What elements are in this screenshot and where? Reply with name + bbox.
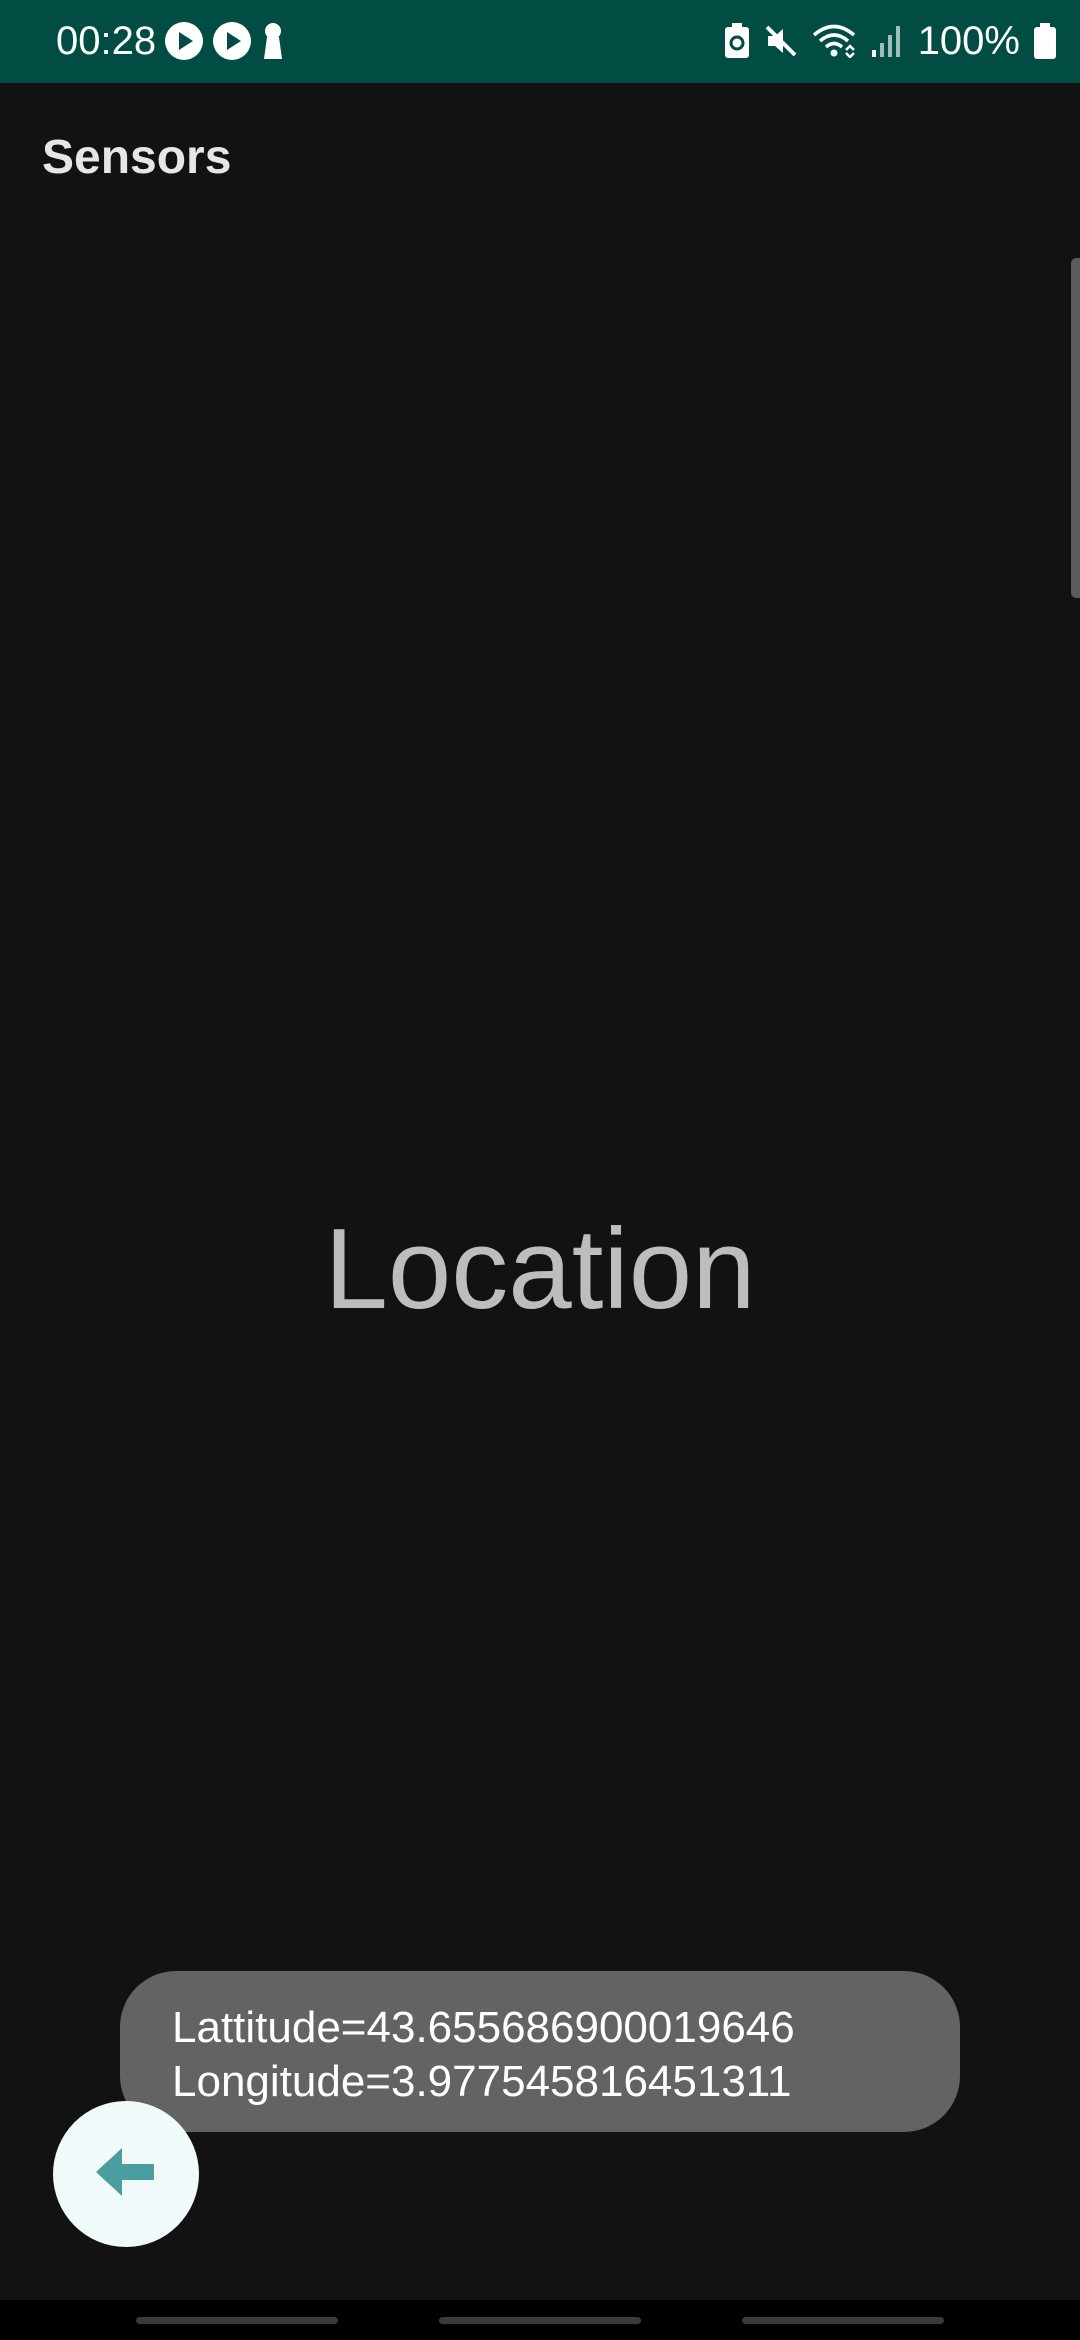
nav-home-pill[interactable] <box>439 2317 641 2324</box>
battery-icon <box>1034 23 1056 59</box>
wifi-icon <box>812 24 856 58</box>
arrow-left-icon <box>94 2144 158 2205</box>
navigation-bar <box>0 2300 1080 2340</box>
status-time: 00:28 <box>56 19 157 63</box>
longitude-text: Longitude=3.977545816451311 <box>172 2057 792 2106</box>
mute-icon <box>764 24 798 58</box>
scrollbar-thumb[interactable] <box>1071 258 1080 598</box>
latitude-text: Lattitude=43.655686900019646 <box>172 2003 795 2052</box>
location-label: Location <box>324 1206 756 1333</box>
battery-saver-icon <box>724 23 750 59</box>
keyhole-icon <box>260 21 286 61</box>
location-toast: Lattitude=43.655686900019646 Longitude=3… <box>120 1971 960 2132</box>
screen: 00:28 100% Sensors Location Lattitude=43… <box>0 0 1080 2340</box>
battery-percent: 100% <box>917 19 1020 63</box>
app-title: Sensors <box>42 131 232 184</box>
status-notification-icons <box>164 20 286 62</box>
status-system-icons: 100% <box>724 16 1056 66</box>
play-circle-icon <box>164 21 204 61</box>
status-bar: 00:28 100% <box>0 0 1080 83</box>
signal-icon <box>870 24 904 58</box>
nav-back-pill[interactable] <box>742 2317 944 2324</box>
nav-recents-pill[interactable] <box>136 2317 338 2324</box>
play-circle-icon <box>212 21 252 61</box>
back-button[interactable] <box>53 2101 199 2247</box>
